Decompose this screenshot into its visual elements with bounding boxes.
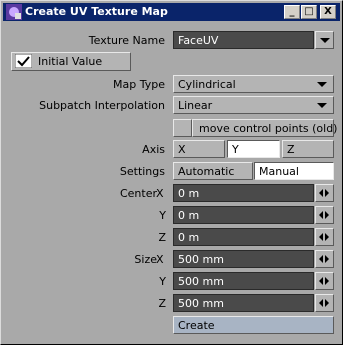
- arrow-right-icon: [325, 255, 329, 263]
- center-y-label: Y: [159, 209, 166, 222]
- subpatch-interpolation-label: Subpatch Interpolation: [39, 99, 165, 112]
- checkmark-icon: [15, 54, 32, 68]
- size-y-label: Y: [159, 275, 166, 288]
- center-z-drag-button[interactable]: [315, 228, 334, 246]
- size-x-drag-button[interactable]: [315, 250, 334, 268]
- center-z-input[interactable]: 0 m: [173, 228, 314, 246]
- title-bar[interactable]: Create UV Texture Map _ □ X: [3, 3, 340, 21]
- axis-y-button[interactable]: Y: [227, 140, 280, 158]
- map-type-select[interactable]: Cylindrical: [173, 75, 334, 93]
- size-x-label: X: [156, 253, 164, 266]
- arrow-left-icon: [319, 299, 323, 307]
- arrow-right-icon: [325, 277, 329, 285]
- maximize-button[interactable]: □: [301, 5, 317, 19]
- arrow-left-icon: [319, 189, 323, 197]
- settings-automatic-button[interactable]: Automatic: [173, 162, 253, 180]
- close-button[interactable]: X: [320, 5, 336, 19]
- size-z-drag-button[interactable]: [315, 294, 334, 312]
- chevron-down-icon: [320, 38, 330, 43]
- center-y-input[interactable]: 0 m: [173, 206, 314, 224]
- axis-x-button[interactable]: X: [173, 140, 225, 158]
- move-control-points-button[interactable]: move control points (old): [192, 119, 337, 137]
- texture-name-label: Texture Name: [88, 34, 165, 47]
- arrow-right-icon: [325, 211, 329, 219]
- center-y-drag-button[interactable]: [315, 206, 334, 224]
- create-uv-texture-map-window: Create UV Texture Map _ □ X Texture Name…: [0, 0, 343, 345]
- app-icon: [6, 4, 22, 20]
- size-x-input[interactable]: 500 mm: [173, 250, 314, 268]
- axis-label: Axis: [142, 143, 165, 156]
- center-z-label: Z: [158, 231, 166, 244]
- size-z-label: Z: [158, 297, 166, 310]
- size-z-input[interactable]: 500 mm: [173, 294, 314, 312]
- arrow-right-icon: [325, 299, 329, 307]
- center-x-label: X: [156, 187, 164, 200]
- map-type-label: Map Type: [113, 78, 165, 91]
- window-title: Create UV Texture Map: [25, 5, 168, 18]
- axis-z-button[interactable]: Z: [282, 140, 334, 158]
- texture-name-dropdown-button[interactable]: [315, 31, 334, 49]
- center-x-input[interactable]: 0 m: [173, 184, 314, 202]
- size-label: Size: [134, 253, 157, 266]
- initial-value-label: Initial Value: [38, 55, 103, 68]
- arrow-left-icon: [319, 255, 323, 263]
- map-type-value: Cylindrical: [178, 78, 236, 91]
- arrow-right-icon: [325, 233, 329, 241]
- size-y-input[interactable]: 500 mm: [173, 272, 314, 290]
- chevron-down-icon: [317, 103, 327, 108]
- settings-manual-button[interactable]: Manual: [254, 162, 334, 180]
- arrow-left-icon: [319, 233, 323, 241]
- arrow-left-icon: [319, 211, 323, 219]
- move-control-points-checkbox[interactable]: [173, 119, 192, 137]
- center-x-drag-button[interactable]: [315, 184, 334, 202]
- arrow-left-icon: [319, 277, 323, 285]
- size-y-drag-button[interactable]: [315, 272, 334, 290]
- subpatch-interpolation-value: Linear: [178, 99, 213, 112]
- center-label: Center: [119, 187, 157, 200]
- subpatch-interpolation-select[interactable]: Linear: [173, 96, 334, 114]
- texture-name-input[interactable]: FaceUV: [173, 31, 314, 49]
- minimize-button[interactable]: _: [284, 5, 300, 19]
- create-button[interactable]: Create: [173, 316, 334, 334]
- chevron-down-icon: [317, 82, 327, 87]
- arrow-right-icon: [325, 189, 329, 197]
- settings-label: Settings: [119, 165, 165, 178]
